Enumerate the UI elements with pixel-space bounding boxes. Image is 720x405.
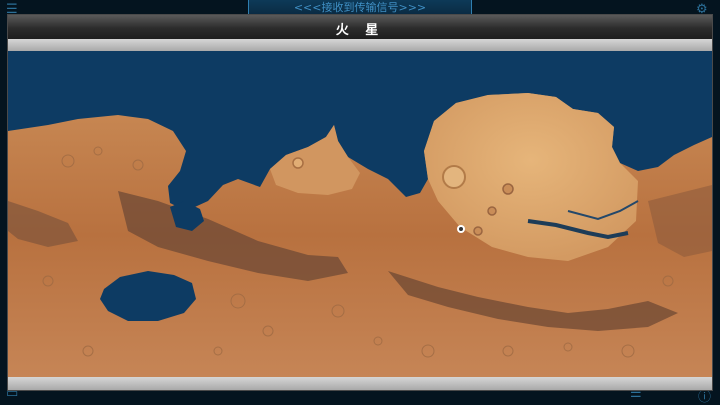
map-frame-top [8, 39, 712, 51]
mars-map[interactable] [8, 51, 712, 377]
volcano-1 [502, 183, 514, 195]
volcano-2 [487, 206, 497, 216]
window-title: 火 星 [335, 23, 385, 38]
pin-icon[interactable] [457, 225, 465, 233]
mars-map-window: 火 星 [7, 14, 713, 391]
elysium-volcano [292, 157, 304, 169]
map-frame-bottom [8, 377, 712, 390]
signal-banner-text: <<<接收到传输信号>>> [293, 1, 427, 14]
volcano-3 [473, 226, 483, 236]
mars-map-graphic [8, 51, 712, 377]
window-titlebar: 火 星 [8, 15, 712, 40]
olympus-mons [442, 165, 466, 189]
